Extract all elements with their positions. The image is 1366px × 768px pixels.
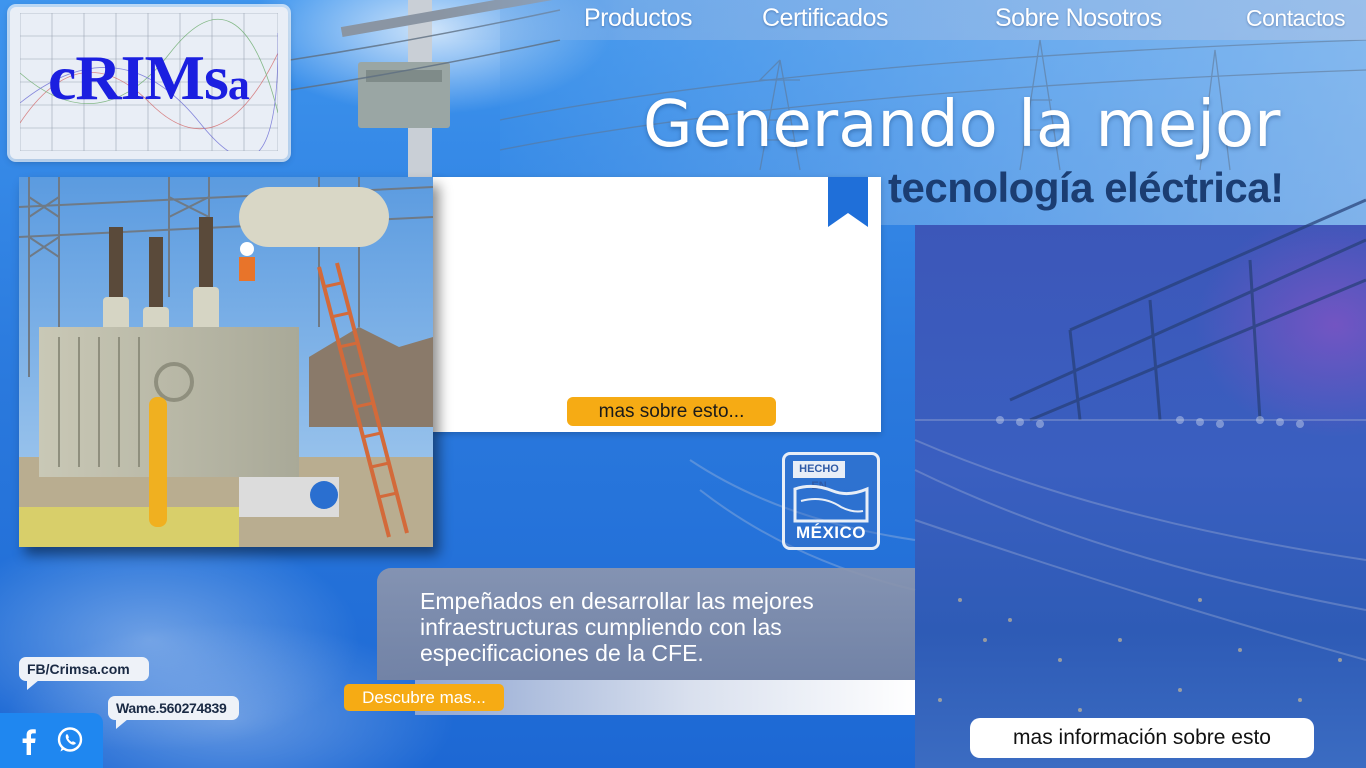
top-navigation-bar xyxy=(440,0,1366,40)
background-power-lines xyxy=(915,225,1366,768)
whatsapp-number-bubble: Wame.560274839 xyxy=(108,696,239,729)
company-logo[interactable]: cRIMsa xyxy=(10,7,288,159)
descubre-mas-button[interactable]: Descubre mas... xyxy=(344,684,504,711)
hero-subtitle: tecnología eléctrica! xyxy=(888,164,1284,211)
mas-informacion-button[interactable]: mas información sobre esto xyxy=(970,718,1314,758)
mexico-map-icon xyxy=(793,484,869,523)
facebook-handle-bubble: FB/Crimsa.com xyxy=(19,657,149,690)
bookmark-icon xyxy=(828,177,868,227)
nav-sobre-nosotros[interactable]: Sobre Nosotros xyxy=(995,4,1162,34)
logo-wordmark: cRIMsa xyxy=(48,42,250,113)
badge-bottom-label: MÉXICO xyxy=(795,523,867,542)
facebook-icon[interactable] xyxy=(17,727,39,755)
hecho-en-mexico-badge: HECHO EN MÉXICO xyxy=(782,452,880,550)
hero-title: Generando la mejor xyxy=(643,88,1281,162)
badge-top-label: HECHO EN xyxy=(793,461,845,492)
transformer-illustration xyxy=(19,177,433,547)
nav-contactos[interactable]: Contactos xyxy=(1246,5,1346,35)
whatsapp-icon[interactable] xyxy=(56,726,84,754)
transformer-photo xyxy=(19,177,433,547)
content-panel xyxy=(432,177,881,432)
info-description: Empeñados en desarrollar las mejores inf… xyxy=(420,588,814,666)
social-links-bar xyxy=(0,713,103,768)
mas-sobre-esto-button[interactable]: mas sobre esto... xyxy=(567,397,776,426)
nav-productos[interactable]: Productos xyxy=(584,4,693,34)
nav-certificados[interactable]: Certificados xyxy=(762,4,889,34)
